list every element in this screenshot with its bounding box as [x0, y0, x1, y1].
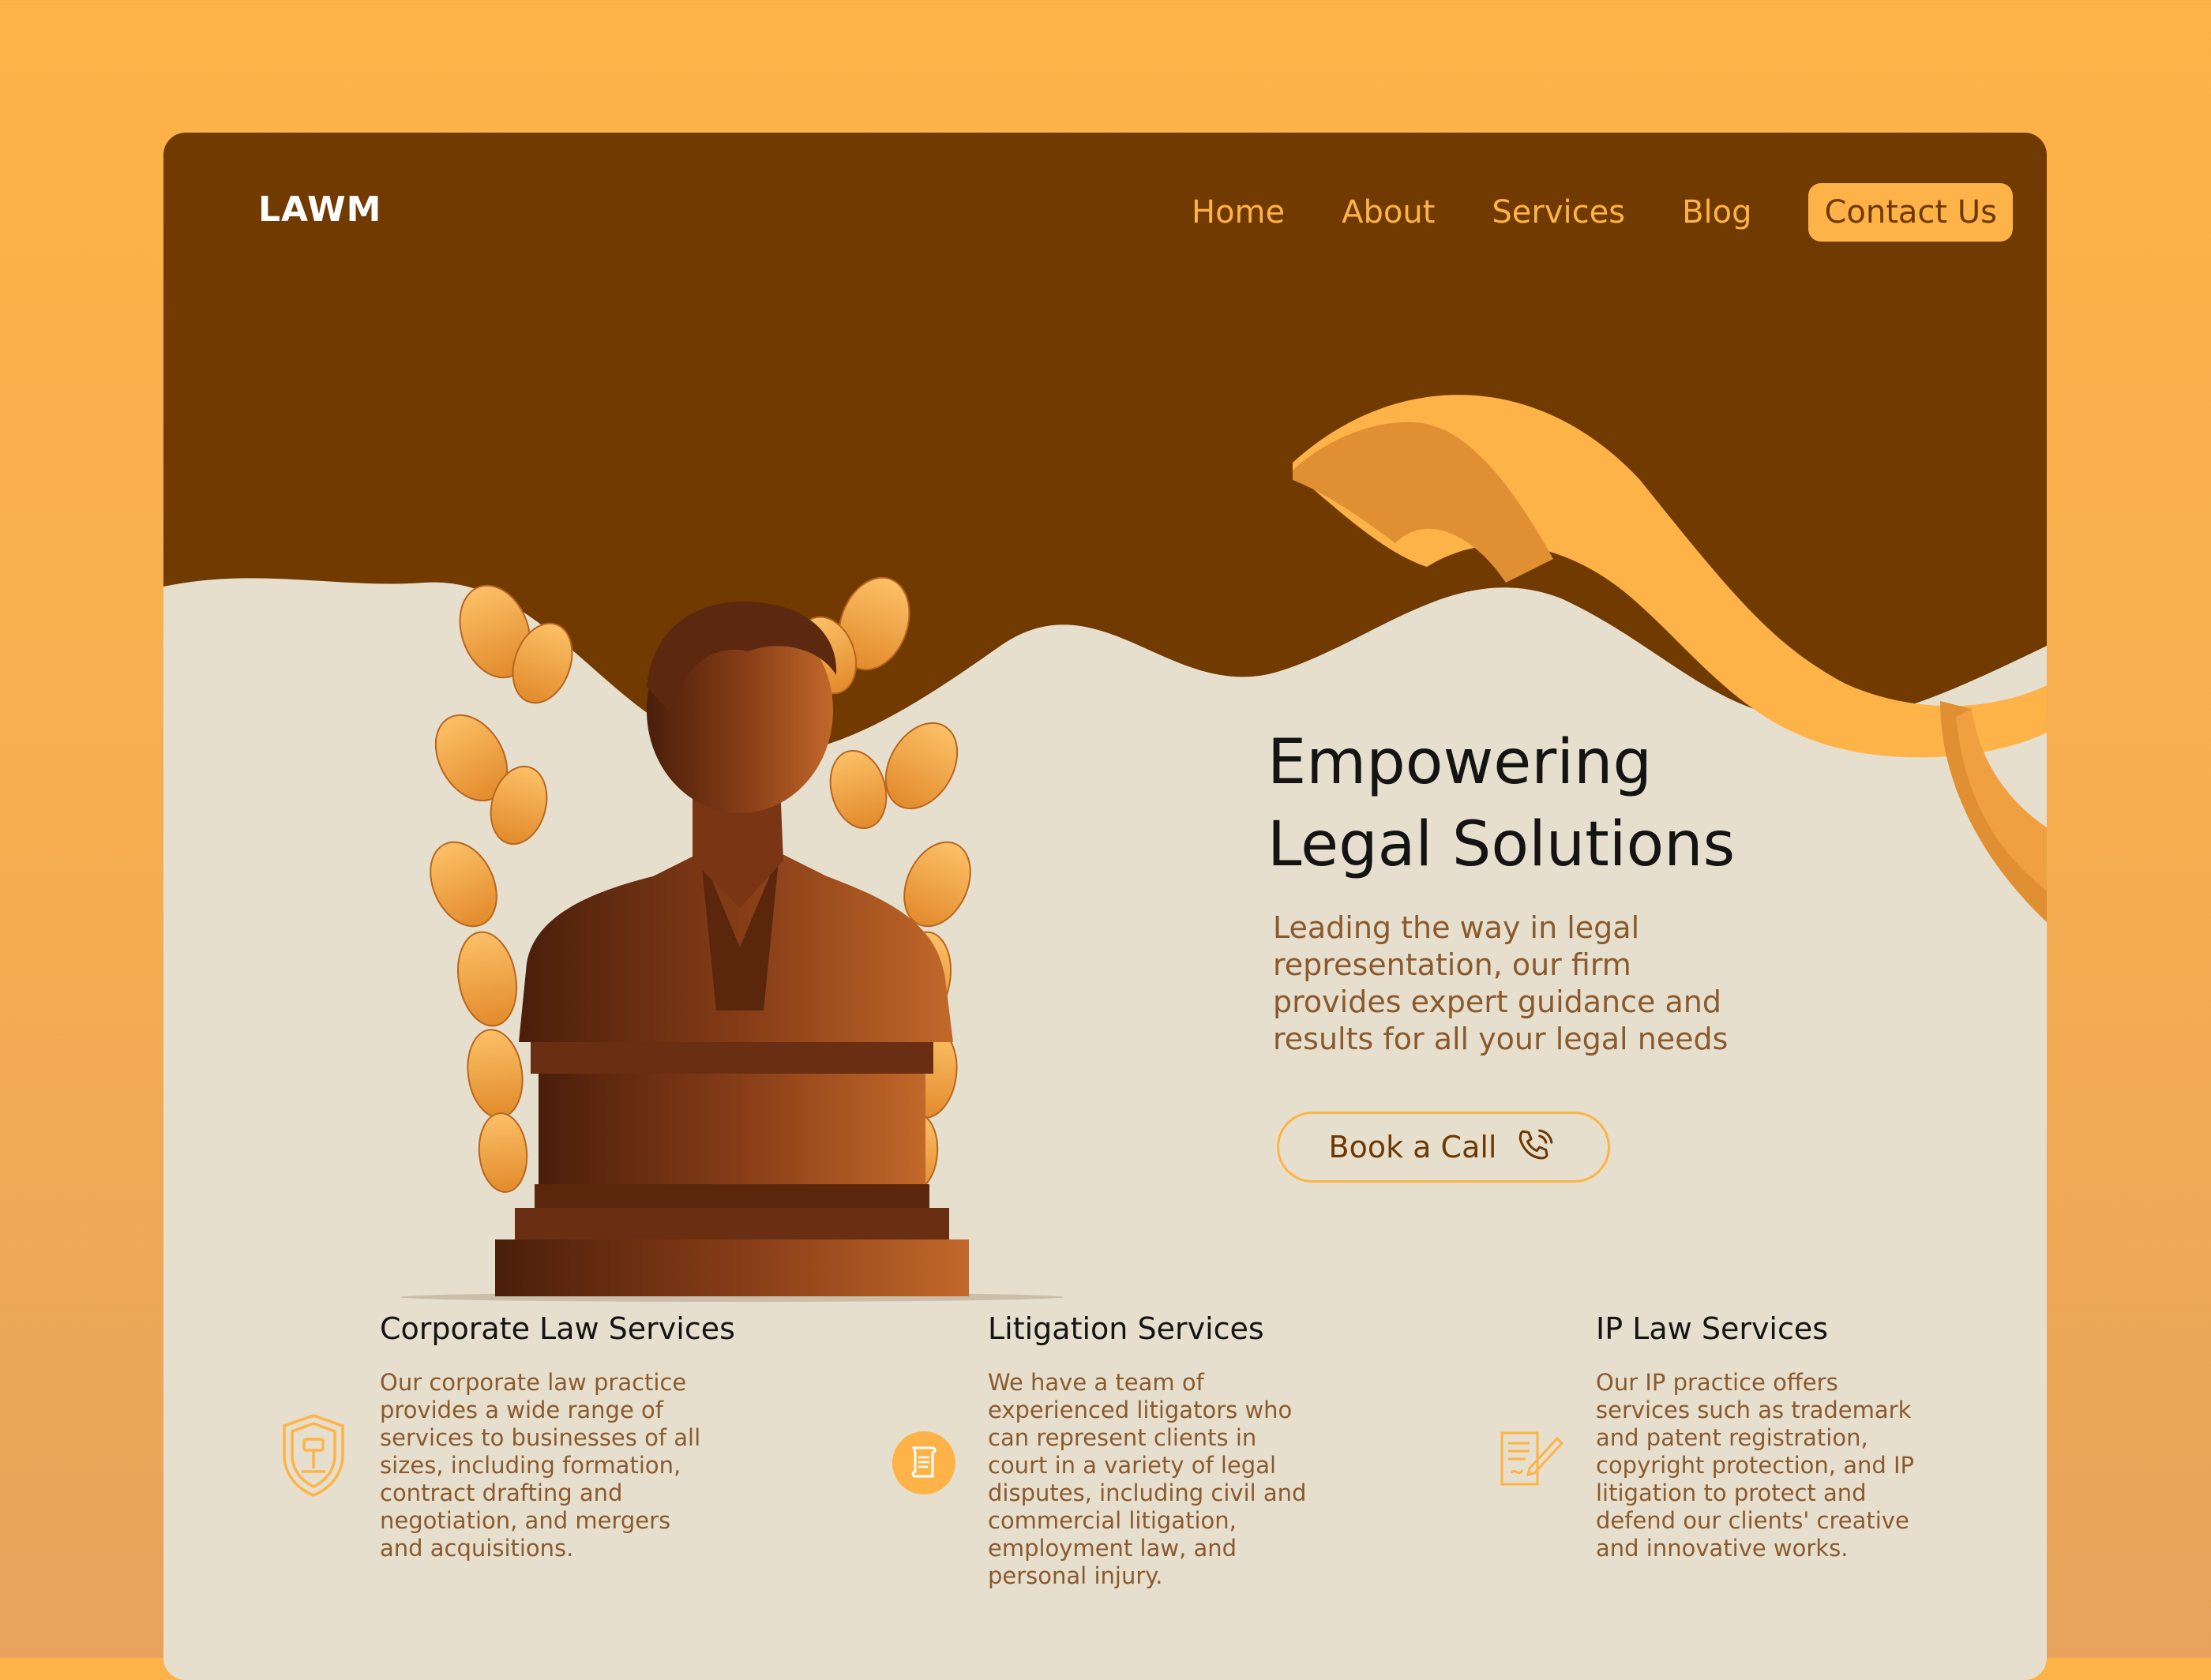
landing-page-frame: LAWM Home About Services Blog Contact Us: [163, 133, 2047, 1680]
contract-pen-icon: [1500, 1431, 1564, 1486]
service-description: We have a team of experienced litigators…: [988, 1369, 1307, 1589]
scroll-document-icon: [892, 1431, 955, 1494]
service-litigation: Litigation Services We have a team of ex…: [988, 1309, 1414, 1590]
service-ip-law: IP Law Services Our IP practice offers s…: [1596, 1309, 2022, 1562]
nav-blog-link[interactable]: Blog: [1682, 194, 1751, 231]
service-title: Litigation Services: [988, 1311, 1264, 1346]
hero-title-line2: Legal Solutions: [1267, 809, 1736, 880]
book-a-call-label: Book a Call: [1328, 1130, 1497, 1164]
service-title: IP Law Services: [1596, 1311, 1829, 1346]
bust-statue-illustration: [400, 576, 1064, 1302]
book-a-call-button[interactable]: Book a Call: [1277, 1112, 1610, 1183]
nav-about-link[interactable]: About: [1342, 194, 1435, 231]
shield-gavel-icon: [283, 1414, 344, 1497]
main-nav: Home About Services Blog Contact Us: [1192, 183, 2013, 242]
service-description: Our corporate law practice provides a wi…: [380, 1369, 701, 1562]
hero-subtitle: Leading the way in legal representation,…: [1273, 910, 1729, 1056]
phone-icon: [1519, 1129, 1553, 1160]
nav-services-link[interactable]: Services: [1492, 194, 1625, 231]
service-description: Our IP practice offers services such as …: [1596, 1369, 1915, 1562]
hero-title: Empowering Legal Solutions: [1267, 722, 1978, 886]
contact-us-button[interactable]: Contact Us: [1808, 183, 2013, 242]
nav-home-link[interactable]: Home: [1192, 194, 1285, 231]
service-corporate-law: Corporate Law Services Our corporate law…: [380, 1309, 806, 1562]
brand-logo[interactable]: LAWM: [258, 189, 381, 230]
service-title: Corporate Law Services: [380, 1311, 735, 1346]
hero-title-line1: Empowering: [1267, 727, 1652, 798]
